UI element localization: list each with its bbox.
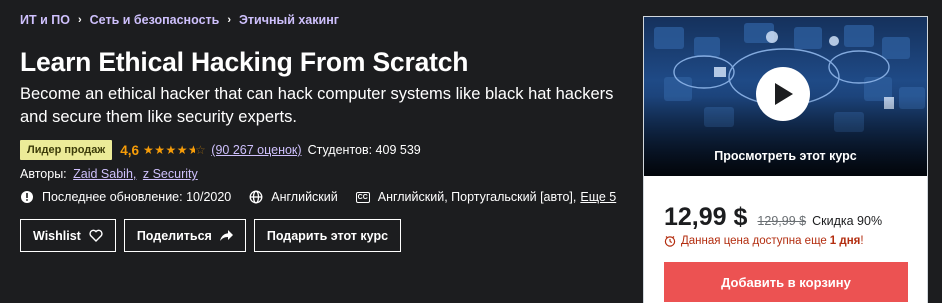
star-icon: ★★★★★☆ <box>142 143 207 157</box>
course-meta: Последнее обновление: 10/2020 Английский… <box>20 190 634 204</box>
captions-icon: CC <box>355 191 370 203</box>
timer-end: ! <box>860 235 864 247</box>
original-price: 129,99 $ <box>757 214 807 228</box>
captions-more-link[interactable]: Еще 5 <box>580 190 616 204</box>
last-update-text: Последнее обновление: 10/2020 <box>42 190 232 204</box>
gift-course-button[interactable]: Подарить этот курс <box>253 219 402 252</box>
course-preview[interactable]: Просмотреть этот курс <box>644 17 927 176</box>
clock-icon <box>664 236 676 247</box>
share-button[interactable]: Поделиться <box>123 219 246 252</box>
breadcrumb-it[interactable]: ИТ и ПО <box>20 13 70 27</box>
captions-text: Английский, Португальский [авто], <box>377 190 577 204</box>
course-title: Learn Ethical Hacking From Scratch <box>20 47 469 77</box>
chevron-right-icon: › <box>227 14 232 26</box>
students-count: Студентов: 409 539 <box>307 143 421 157</box>
authors-row: Авторы: Zaid Sabih, z Security <box>20 167 198 181</box>
add-to-cart-button[interactable]: Добавить в корзину <box>664 262 908 302</box>
action-buttons: Wishlist Поделиться Подарить этот курс <box>20 219 409 252</box>
preview-label: Просмотреть этот курс <box>714 149 857 163</box>
heart-icon <box>89 229 103 242</box>
language: Английский <box>249 190 338 204</box>
timer-text: Данная цена доступна еще <box>681 235 827 247</box>
share-arrow-icon <box>219 229 233 241</box>
current-price: 12,99 $ <box>664 203 748 231</box>
timer-duration: 1 дня <box>829 235 861 247</box>
captions: CC Английский, Португальский [авто], Еще… <box>355 190 616 204</box>
author-link-zsecurity[interactable]: z Security <box>143 167 198 181</box>
share-label: Поделиться <box>136 228 212 243</box>
course-stats: Лидер продаж 4,6 ★★★★★☆ (90 267 оценок) … <box>20 140 421 160</box>
alert-icon <box>20 190 34 204</box>
breadcrumb-ethical-hacking[interactable]: Этичный хакинг <box>239 13 339 27</box>
wishlist-label: Wishlist <box>33 228 81 243</box>
author-link-zaid[interactable]: Zaid Sabih, <box>73 167 136 181</box>
reviews-link[interactable]: (90 267 оценок) <box>211 143 301 157</box>
bestseller-badge: Лидер продаж <box>20 140 113 160</box>
globe-icon <box>249 190 263 204</box>
chevron-right-icon: › <box>77 14 82 26</box>
language-text: Английский <box>271 190 338 204</box>
breadcrumb-network-security[interactable]: Сеть и безопасность <box>90 13 220 27</box>
last-update: Последнее обновление: 10/2020 <box>20 190 231 204</box>
price-timer: Данная цена доступна еще 1 дня ! <box>664 235 864 247</box>
breadcrumb: ИТ и ПО › Сеть и безопасность › Этичный … <box>20 13 339 27</box>
play-button[interactable] <box>756 67 810 121</box>
discount-text: Скидка 90% <box>812 214 883 228</box>
course-subtitle: Become an ethical hacker that can hack c… <box>20 85 614 126</box>
wishlist-button[interactable]: Wishlist <box>20 219 116 252</box>
authors-label: Авторы: <box>20 167 67 181</box>
price-row: 12,99 $ 129,99 $ Скидка 90% <box>664 203 882 232</box>
purchase-card: Просмотреть этот курс 12,99 $ 129,99 $ С… <box>643 16 928 303</box>
gift-label: Подарить этот курс <box>266 228 389 243</box>
play-icon <box>775 83 793 105</box>
rating-value: 4,6 <box>120 142 139 158</box>
